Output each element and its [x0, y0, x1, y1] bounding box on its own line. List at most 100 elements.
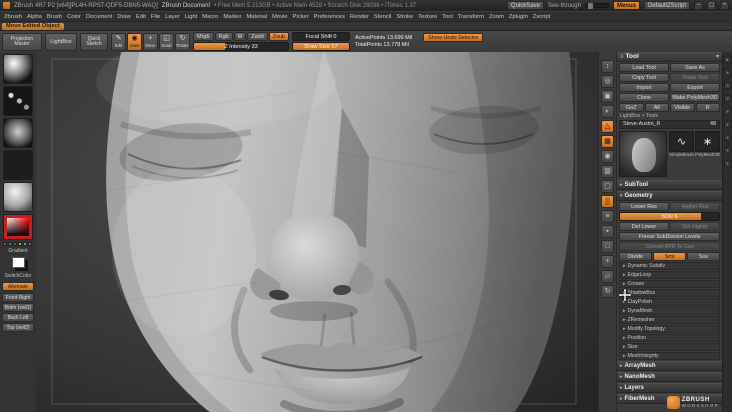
color-chip[interactable] [23, 242, 27, 246]
menu-item[interactable]: Zbrush [4, 14, 22, 20]
geometry-button[interactable]: Del Lower [619, 222, 669, 231]
view-button[interactable]: Top (swt2) [2, 323, 34, 332]
menu-item[interactable]: Tool [442, 14, 453, 20]
color-picker[interactable] [3, 214, 33, 240]
color-picker-sv-square[interactable] [7, 218, 29, 236]
edge-slot-icon[interactable]: ▪ [724, 147, 731, 154]
stroke-selector[interactable] [3, 86, 33, 116]
menu-item[interactable]: Texture [418, 14, 437, 20]
menu-item[interactable]: Movie [272, 14, 287, 20]
geometry-subsection-header[interactable]: ▸ DynaMesh [619, 307, 720, 315]
geometry-button[interactable]: Divide [619, 252, 652, 261]
menu-item[interactable]: Marker [223, 14, 241, 20]
tool-button[interactable]: Load Tool [619, 63, 669, 72]
current-tool-bar[interactable]: Steve-Austin_R 48 [619, 120, 720, 129]
menu-item[interactable]: Zplugin [509, 14, 528, 20]
quick-sketch-button[interactable]: Quick Sketch [80, 32, 108, 51]
menu-item[interactable]: Macro [202, 14, 218, 20]
geometry-subsection-header[interactable]: ▸ MeshIntegrity [619, 352, 720, 360]
main-color-swatch[interactable] [11, 257, 25, 268]
default-zscript-button[interactable]: DefaultZScript [643, 1, 690, 10]
convert-bpr-button[interactable]: Convert BPR To Geo [619, 242, 720, 251]
xpose-icon[interactable]: ≡ [601, 210, 614, 223]
see-through-slider-knob[interactable] [587, 3, 593, 9]
geometry-button[interactable]: Suv [687, 252, 720, 261]
geometry-subsection-header[interactable]: ▸ Modify Topology [619, 325, 720, 333]
freeze-subdivision-button[interactable]: Freeze SubDivision Levels [619, 232, 720, 241]
menu-item[interactable]: Alpha [27, 14, 42, 20]
sculpt-toggle-button[interactable]: Zsub [268, 32, 289, 41]
edit-mode-button[interactable]: ✎ Edit [111, 32, 126, 51]
menus-toggle-button[interactable]: Menus [612, 1, 640, 10]
z-intensity-slider[interactable]: Z Intensity 33 [193, 42, 289, 51]
focal-shift-slider[interactable]: Focal Shift 0 [292, 32, 350, 41]
color-chip[interactable] [8, 242, 12, 246]
geometry-subsection-header[interactable]: ▸ ZRemesher [619, 316, 720, 324]
solo-icon[interactable]: ▪ [601, 225, 614, 238]
geometry-subsection-header[interactable]: ▸ ClayPolish [619, 298, 720, 306]
color-chip[interactable] [28, 242, 32, 246]
geometry-subsection-header[interactable]: ▸ Size [619, 343, 720, 351]
geometry-button[interactable]: Lower Res [619, 202, 669, 211]
local-icon[interactable]: ◉ [601, 150, 614, 163]
geometry-button[interactable]: Del Higher [670, 222, 720, 231]
lightbox-button[interactable]: LightBox [45, 32, 77, 51]
see-through-slider[interactable] [584, 3, 609, 9]
menu-item[interactable]: Transform [458, 14, 484, 20]
lsym-icon[interactable]: ▥ [601, 165, 614, 178]
menu-item[interactable]: Document [86, 14, 112, 20]
menu-item[interactable]: Zoom [489, 14, 504, 20]
palette-subsection-header[interactable]: ▸ Layers [617, 383, 722, 393]
sdiv-slider[interactable]: SDiv 6 [619, 212, 720, 221]
maximize-button[interactable]: ▢ [707, 1, 716, 10]
show-undo-selector-button[interactable]: Show Undo Selector [423, 33, 484, 42]
view-button[interactable]: Botm (swt1) [2, 303, 34, 312]
material-selector[interactable] [3, 182, 33, 212]
zoom-icon[interactable]: ◎ [601, 75, 614, 88]
edge-slot-icon[interactable]: ▪ [724, 95, 731, 102]
move-icon[interactable]: + [601, 255, 614, 268]
palette-menu-icon[interactable]: ≡ [620, 54, 624, 60]
menu-item[interactable]: Stroke [396, 14, 413, 20]
active-tool-thumbnail[interactable] [619, 131, 667, 177]
palette-subsection-header[interactable]: ▸ ArrayMesh [617, 361, 722, 371]
scale-icon[interactable]: ▱ [601, 270, 614, 283]
recent-tool-thumbnail[interactable]: ∿ [669, 131, 694, 152]
ghost-icon[interactable]: ▒ [601, 195, 614, 208]
gradient-button[interactable]: Gradient [8, 248, 27, 255]
color-chip[interactable] [18, 242, 22, 246]
tool-button[interactable]: Make PolyMesh3D [670, 93, 720, 102]
draw-size-slider[interactable]: Draw Size 17 [292, 42, 350, 51]
brush-selector[interactable] [3, 54, 33, 84]
menu-item[interactable]: Render [350, 14, 369, 20]
menu-item[interactable]: Picker [293, 14, 309, 20]
tool-button[interactable]: Save As [670, 63, 720, 72]
tray-divider-chevron-icon[interactable]: ▸ [724, 56, 731, 63]
subtool-section-header[interactable]: ▸ SubTool [617, 180, 722, 190]
rotate-icon[interactable]: ↻ [601, 285, 614, 298]
geometry-subsection-header[interactable]: ▸ EdgeLoop [619, 271, 720, 279]
geometry-button[interactable]: Smt [653, 252, 686, 261]
floor-icon[interactable]: ▦ [601, 135, 614, 148]
edge-slot-icon[interactable]: ▪ [724, 69, 731, 76]
actual-size-icon[interactable]: ▣ [601, 90, 614, 103]
view-button[interactable]: Back Left [2, 313, 34, 322]
scroll-icon[interactable]: ↕ [601, 60, 614, 73]
tool-button[interactable]: Copy Tool [619, 73, 669, 82]
paint-toggle-button[interactable]: M [233, 32, 247, 41]
menu-item[interactable]: Zscript [533, 14, 550, 20]
edge-slot-icon[interactable]: ▪ [724, 82, 731, 89]
geometry-subsection-header[interactable]: ▸ Position [619, 334, 720, 342]
tool-button[interactable]: Export [670, 83, 720, 92]
tool-button[interactable]: Visible [670, 103, 695, 112]
view-button[interactable]: Front Right [2, 293, 34, 302]
paint-toggle-button[interactable]: Mrgb [193, 32, 214, 41]
geometry-subsection-header[interactable]: ▸ Dynamic Subdiv [619, 262, 720, 270]
alpha-selector[interactable] [3, 118, 33, 148]
canvas[interactable] [36, 52, 598, 412]
tool-button[interactable]: Clone [619, 93, 669, 102]
scale-mode-button[interactable]: ◱ Scale [159, 32, 174, 51]
quicksave-button[interactable]: QuickSave [506, 1, 544, 10]
paint-toggle-button[interactable]: Rgb [214, 32, 233, 41]
menu-item[interactable]: Light [185, 14, 198, 20]
